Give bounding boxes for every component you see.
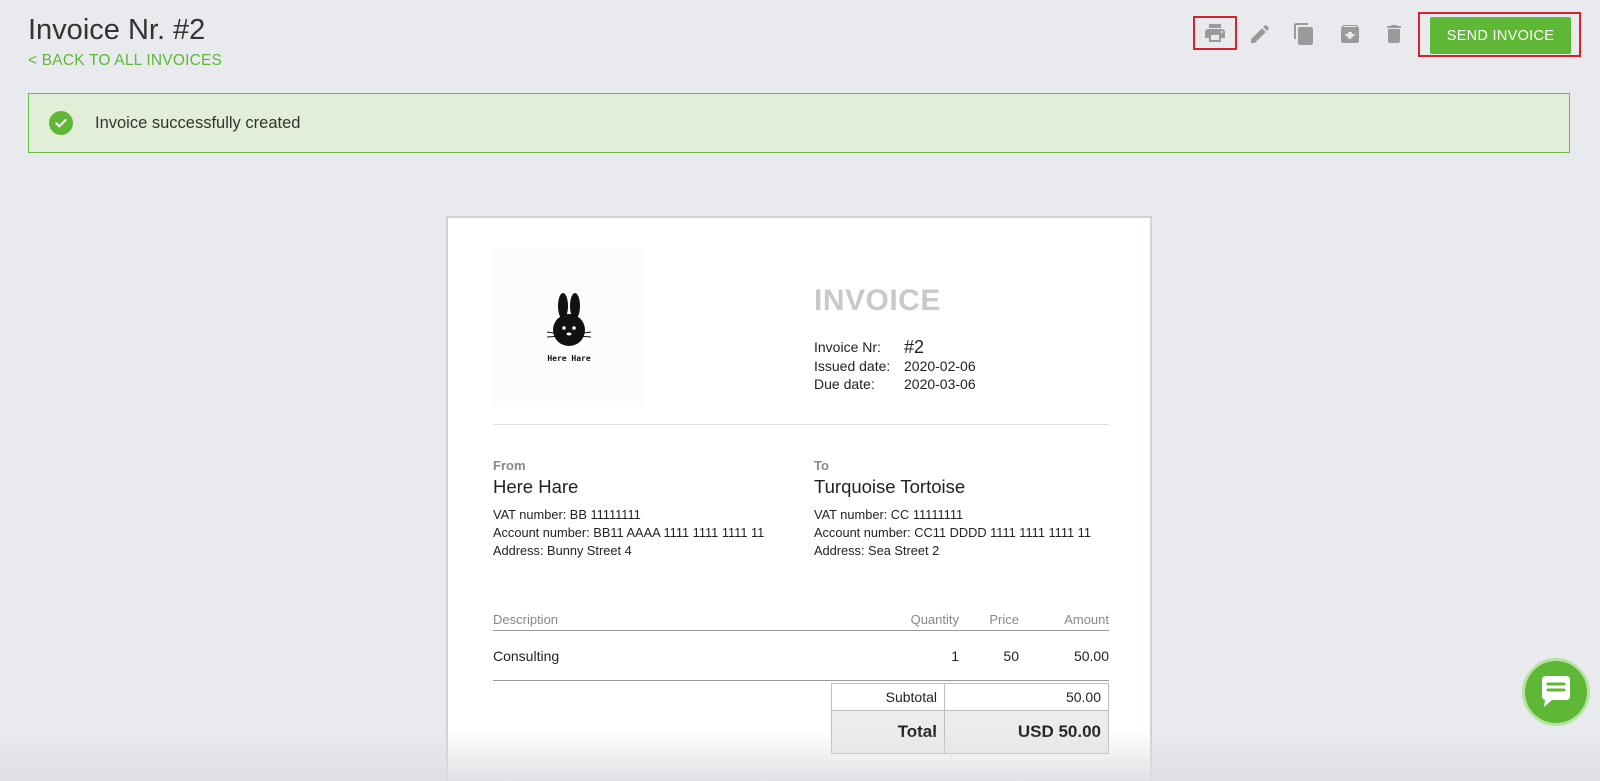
from-name: Here Hare xyxy=(493,476,579,497)
check-circle-icon xyxy=(49,111,73,135)
total-label: Total xyxy=(831,710,945,754)
meta-value: 2020-03-06 xyxy=(904,376,976,393)
from-label: From xyxy=(493,458,526,473)
from-vat: VAT number: BB 11111111 xyxy=(493,507,641,522)
item-description: Consulting xyxy=(493,647,560,664)
archive-icon xyxy=(1341,25,1359,43)
to-name: Turquoise Tortoise xyxy=(814,476,966,497)
meta-value: #2 xyxy=(904,336,925,357)
to-address: Address: Sea Street 2 xyxy=(814,543,940,558)
invoice-document: Here Hare INVOICE Invoice Nr: #2 Issued … xyxy=(446,216,1152,781)
total-row: Total USD 50.00 xyxy=(831,710,1109,754)
copy-icon xyxy=(1294,23,1313,45)
back-to-invoices-link[interactable]: < BACK TO ALL INVOICES xyxy=(28,52,222,70)
edit-button[interactable] xyxy=(1240,18,1280,50)
rabbit-icon xyxy=(546,292,592,346)
totals-table: Subtotal 50.00 Total USD 50.00 xyxy=(831,683,1109,754)
chat-widget-button[interactable] xyxy=(1522,658,1590,726)
divider xyxy=(493,424,1109,425)
item-amount: 50.00 xyxy=(1073,647,1109,664)
page-title: Invoice Nr. #2 xyxy=(28,14,206,46)
total-value: USD 50.00 xyxy=(944,710,1109,754)
invoice-meta: Invoice Nr: #2 Issued date: 2020-02-06 D… xyxy=(814,336,976,394)
success-alert: Invoice successfully created xyxy=(28,93,1570,153)
column-price: Price xyxy=(989,612,1019,627)
archive-button[interactable] xyxy=(1330,18,1370,50)
subtotal-value: 50.00 xyxy=(944,683,1109,711)
column-quantity: Quantity xyxy=(910,612,959,627)
to-label: To xyxy=(814,458,829,473)
meta-label: Due date: xyxy=(814,376,875,393)
table-header: Description Quantity Price Amount xyxy=(493,609,1109,631)
from-party: From Here Hare VAT number: BB 11111111 A… xyxy=(493,458,764,558)
table-row: Consulting 1 50 50.00 xyxy=(493,631,1109,681)
logo-text: Here Hare xyxy=(547,353,591,363)
column-amount: Amount xyxy=(1064,612,1109,627)
edit-icon xyxy=(1251,24,1270,43)
item-quantity: 1 xyxy=(951,647,959,664)
company-logo: Here Hare xyxy=(493,248,645,406)
trash-icon xyxy=(1387,25,1401,43)
meta-label: Issued date: xyxy=(814,357,891,374)
to-party: To Turquoise Tortoise VAT number: CC 111… xyxy=(814,458,1091,558)
meta-row-issued: Issued date: 2020-02-06 xyxy=(814,357,976,376)
meta-label: Invoice Nr: xyxy=(814,339,881,356)
subtotal-row: Subtotal 50.00 xyxy=(831,683,1109,711)
send-invoice-highlight: SEND INVOICE xyxy=(1418,12,1581,57)
item-price: 50 xyxy=(1003,647,1019,664)
print-button[interactable] xyxy=(1193,16,1237,50)
to-account: Account number: CC11 DDDD 1111 1111 1111… xyxy=(814,525,1091,540)
alert-message: Invoice successfully created xyxy=(95,113,301,132)
subtotal-label: Subtotal xyxy=(831,683,945,711)
meta-row-number: Invoice Nr: #2 xyxy=(814,336,976,357)
line-items-table: Description Quantity Price Amount Consul… xyxy=(493,609,1109,681)
send-invoice-button[interactable]: SEND INVOICE xyxy=(1430,17,1571,54)
delete-button[interactable] xyxy=(1374,18,1414,50)
duplicate-button[interactable] xyxy=(1284,18,1324,50)
chat-icon xyxy=(1542,676,1570,707)
from-account: Account number: BB11 AAAA 1111 1111 1111… xyxy=(493,525,765,540)
invoice-heading: INVOICE xyxy=(814,284,941,317)
meta-value: 2020-02-06 xyxy=(904,357,976,374)
column-description: Description xyxy=(493,612,559,627)
to-vat: VAT number: CC 11111111 xyxy=(814,507,964,522)
meta-row-due: Due date: 2020-03-06 xyxy=(814,375,976,394)
from-address: Address: Bunny Street 4 xyxy=(493,543,632,558)
printer-icon xyxy=(1205,24,1225,42)
